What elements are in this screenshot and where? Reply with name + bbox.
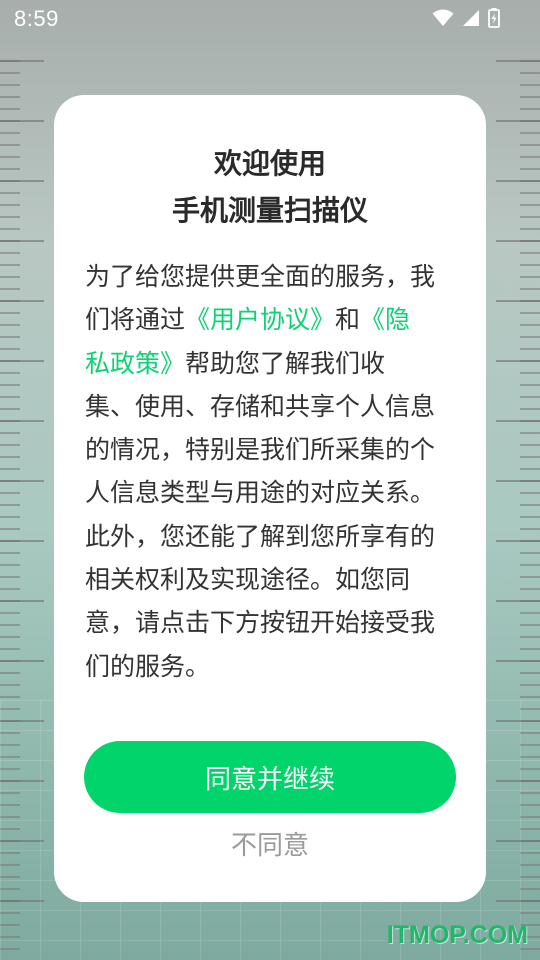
watermark-logo: ITMOP.COM xyxy=(386,921,528,949)
privacy-notice-text: 为了给您提供更全面的服务，我们将通过《用户协议》和《隐私政策》帮助您了解我们收集… xyxy=(85,255,435,688)
dialog-title-welcome: 欢迎使用 xyxy=(213,147,326,180)
app-screen: 8:59 欢迎使用 手机测量扫描仪 为了给您提供更全面的服务，我们将通过《用户协… xyxy=(0,0,540,960)
notice-text-part3: 帮助您了解我们收集、使用、存储和共享个人信息的情况，特别是我们所采集的个人信息类… xyxy=(85,348,436,681)
notice-text-part2: 和 xyxy=(335,305,361,335)
agree-continue-button[interactable]: 同意并继续 xyxy=(84,741,456,813)
status-time: 8:59 xyxy=(14,6,59,31)
cell-signal-icon xyxy=(462,9,480,31)
wifi-icon xyxy=(432,9,454,31)
disagree-button[interactable]: 不同意 xyxy=(54,825,486,862)
status-icons xyxy=(432,8,500,32)
user-agreement-link[interactable]: 《用户协议》 xyxy=(185,305,335,334)
disagree-button-label: 不同意 xyxy=(230,831,309,861)
dialog-title-app-name: 手机测量扫描仪 xyxy=(171,194,368,227)
battery-charging-icon xyxy=(488,8,500,32)
status-bar: 8:59 xyxy=(0,0,540,40)
privacy-consent-dialog: 欢迎使用 手机测量扫描仪 为了给您提供更全面的服务，我们将通过《用户协议》和《隐… xyxy=(54,95,486,902)
agree-button-label: 同意并继续 xyxy=(204,764,335,795)
